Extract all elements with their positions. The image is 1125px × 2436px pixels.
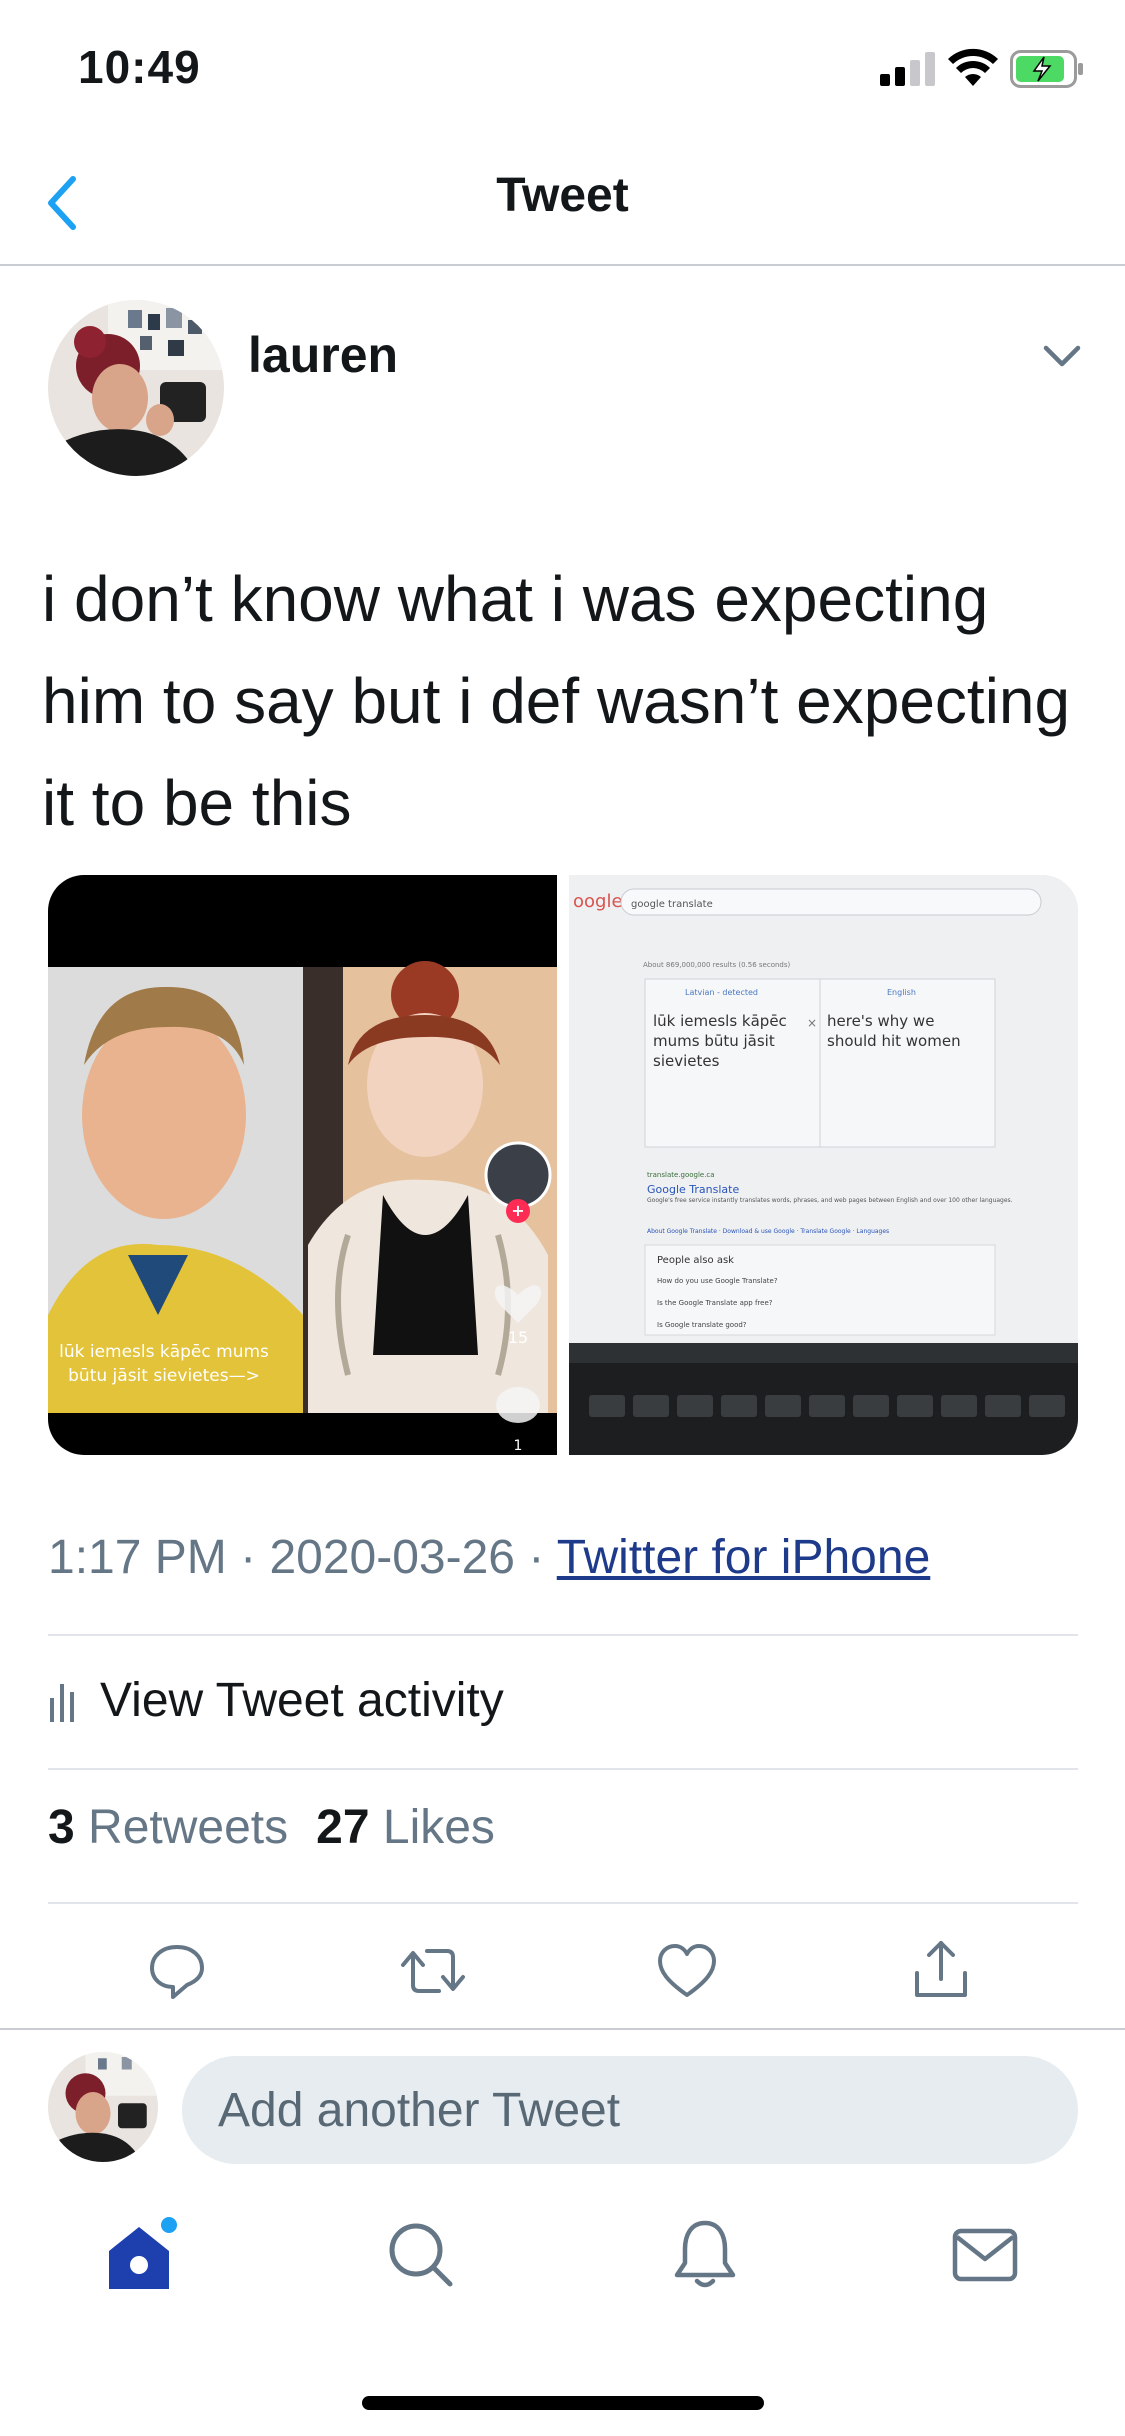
- mail-icon: [952, 2228, 1018, 2282]
- tweet-date: 2020-03-26: [269, 1531, 515, 1584]
- avatar-photo: [48, 300, 224, 476]
- status-bar: 10:49: [0, 0, 1125, 140]
- tweet-media[interactable]: + 15 1 lūk iemesls kāpēc mums būtu jāsit…: [48, 875, 1078, 1455]
- share-button[interactable]: [906, 1934, 976, 2004]
- result-description: Google's free service instantly translat…: [647, 1197, 1013, 1204]
- tab-search[interactable]: [376, 2210, 466, 2300]
- tweet-source-link[interactable]: Twitter for iPhone: [557, 1531, 931, 1584]
- tiktok-like-count: 15: [508, 1328, 528, 1347]
- tweet-time: 1:17 PM: [48, 1531, 227, 1584]
- retweet-button[interactable]: [398, 1936, 468, 2006]
- author-name[interactable]: lauren: [248, 326, 398, 384]
- share-icon: [915, 1941, 967, 1997]
- svg-text:×: ×: [807, 1016, 817, 1030]
- result-title: Google Translate: [647, 1183, 739, 1196]
- paa-question-3: Is Google translate good?: [657, 1321, 747, 1329]
- bell-icon: [674, 2220, 736, 2288]
- divider: [48, 1902, 1078, 1904]
- paa-question-1: How do you use Google Translate?: [657, 1277, 778, 1285]
- reply-button[interactable]: [142, 1936, 212, 2006]
- tiktok-screenshot: + 15 1 lūk iemesls kāpēc mums būtu jāsit…: [48, 875, 557, 1455]
- google-logo: oogle: [573, 891, 623, 912]
- source-text: lūk iemesls kāpēc mums būtu jāsit sievie…: [653, 1012, 787, 1070]
- media-image-right[interactable]: oogle google translate About 869,000,000…: [569, 875, 1078, 1455]
- retweets-stat[interactable]: 3 Retweets: [48, 1800, 288, 1855]
- tweet-text: i don’t know what i was expecting him to…: [42, 563, 1071, 839]
- retweets-label: Retweets: [88, 1801, 289, 1854]
- result-count: About 869,000,000 results (0.56 seconds): [643, 961, 791, 969]
- separator: ·: [240, 1531, 257, 1584]
- chevron-down-icon[interactable]: [1040, 340, 1084, 374]
- result-links: About Google Translate · Download & use …: [647, 1228, 889, 1235]
- cell-signal-icon: [880, 52, 935, 86]
- retweets-count: 3: [48, 1801, 75, 1854]
- likes-label: Likes: [382, 1801, 495, 1854]
- search-query: google translate: [631, 899, 713, 910]
- svg-text:+: +: [511, 1201, 524, 1220]
- bar-chart-icon: [50, 1684, 74, 1722]
- tweet-actions: [0, 1930, 1125, 2020]
- tweet-stats: 3 Retweets 27 Likes: [48, 1800, 495, 1855]
- retweet-icon: [401, 1949, 465, 1993]
- tab-home[interactable]: [96, 2210, 186, 2300]
- tab-messages[interactable]: [940, 2210, 1030, 2300]
- result-url: translate.google.ca: [647, 1171, 715, 1179]
- add-tweet-input[interactable]: Add another Tweet: [182, 2056, 1078, 2164]
- author-avatar[interactable]: [48, 300, 224, 476]
- nav-bar: Tweet: [0, 140, 1125, 266]
- comment-icon: [150, 1945, 204, 1999]
- tab-bar: [0, 2190, 1125, 2340]
- likes-stat[interactable]: 27 Likes: [316, 1800, 495, 1855]
- translated-text: here's why we should hit women: [827, 1012, 961, 1050]
- google-translate-screenshot: oogle google translate About 869,000,000…: [569, 875, 1078, 1455]
- tiktok-caption-line2: būtu jāsit sievietes—>: [68, 1366, 260, 1386]
- people-also-ask: People also ask: [657, 1255, 734, 1266]
- home-indicator[interactable]: [362, 2396, 764, 2410]
- search-icon: [389, 2223, 453, 2287]
- media-image-left[interactable]: + 15 1 lūk iemesls kāpēc mums būtu jāsit…: [48, 875, 557, 1455]
- source-lang: Latvian - detected: [685, 988, 758, 997]
- tweet-timestamp: 1:17 PM · 2020-03-26 · Twitter for iPhon…: [48, 1530, 930, 1585]
- divider: [48, 1634, 1078, 1636]
- wifi-icon: [948, 48, 998, 86]
- battery-icon: [1010, 50, 1083, 88]
- divider: [48, 1768, 1078, 1770]
- tiktok-caption-line1: lūk iemesls kāpēc mums: [59, 1342, 269, 1362]
- compose-bar: Add another Tweet: [0, 2028, 1125, 2164]
- home-icon: [109, 2217, 177, 2289]
- tiktok-comment-count: 1: [514, 1438, 523, 1454]
- target-lang: English: [887, 988, 916, 997]
- avatar-photo: [48, 2052, 158, 2162]
- view-tweet-activity[interactable]: View Tweet activity: [48, 1660, 504, 1740]
- like-button[interactable]: [652, 1936, 722, 2006]
- user-avatar[interactable]: [48, 2052, 158, 2162]
- paa-question-2: Is the Google Translate app free?: [657, 1299, 773, 1307]
- likes-count: 27: [316, 1801, 370, 1854]
- tab-notifications[interactable]: [660, 2210, 750, 2300]
- heart-icon: [658, 1944, 716, 1997]
- activity-label: View Tweet activity: [100, 1673, 504, 1727]
- page-title: Tweet: [496, 169, 629, 222]
- status-time: 10:49: [78, 41, 201, 93]
- separator: ·: [528, 1531, 545, 1584]
